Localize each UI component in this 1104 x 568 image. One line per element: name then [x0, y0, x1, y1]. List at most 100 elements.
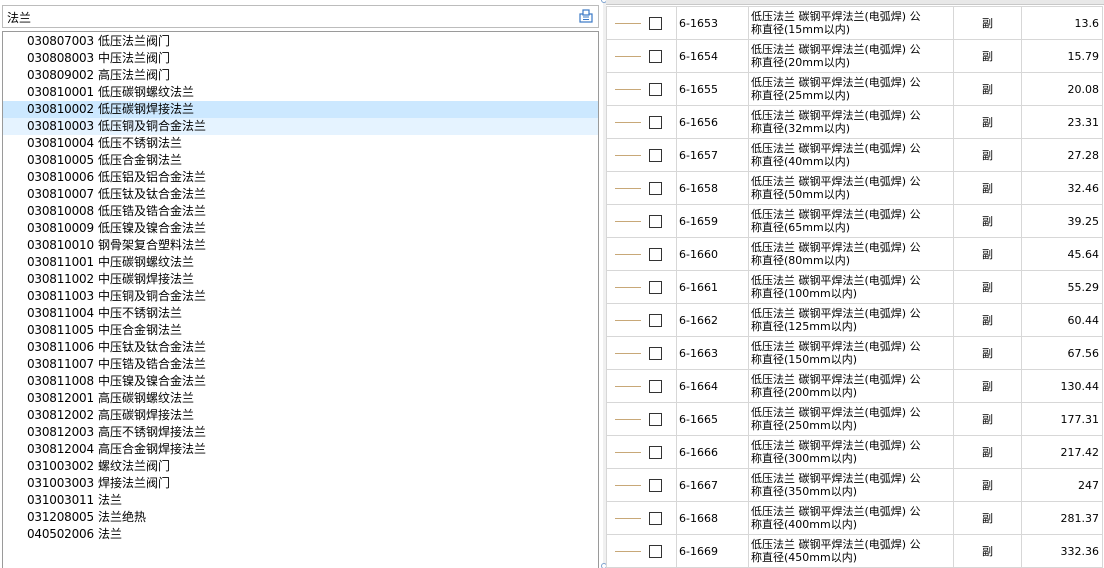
list-item[interactable]: 030812001 高压碳钢螺纹法兰	[3, 390, 598, 407]
list-item[interactable]: 030811005 中压合金钢法兰	[3, 322, 598, 339]
quota-name: 低压法兰 碳钢平焊法兰(电弧焊) 公称直径(150mm以内)	[748, 336, 954, 370]
table-row[interactable]: 6-1667 低压法兰 碳钢平焊法兰(电弧焊) 公称直径(350mm以内) 副 247	[606, 468, 1103, 502]
list-item[interactable]: 030810001 低压碳钢螺纹法兰	[3, 84, 598, 101]
table-row[interactable]: 6-1669 低压法兰 碳钢平焊法兰(电弧焊) 公称直径(450mm以内) 副 332…	[606, 534, 1103, 568]
search-icon[interactable]	[579, 9, 593, 23]
list-item[interactable]: 030807003 低压法兰阀门	[3, 33, 598, 50]
table-row[interactable]: 6-1659 低压法兰 碳钢平焊法兰(电弧焊) 公称直径(65mm以内) 副 39.2…	[606, 204, 1103, 238]
quota-unit: 副	[953, 270, 1022, 304]
quota-name: 低压法兰 碳钢平焊法兰(电弧焊) 公称直径(450mm以内)	[748, 534, 954, 568]
list-item[interactable]: 030810009 低压镍及镍合金法兰	[3, 220, 598, 237]
table-row[interactable]: 6-1663 低压法兰 碳钢平焊法兰(电弧焊) 公称直径(150mm以内) 副 67.…	[606, 336, 1103, 370]
list-item[interactable]: 030812003 高压不锈钢焊接法兰	[3, 424, 598, 441]
checkbox-icon[interactable]	[648, 280, 662, 294]
list-item[interactable]: 030810005 低压合金钢法兰	[3, 152, 598, 169]
quota-name: 低压法兰 碳钢平焊法兰(电弧焊) 公称直径(350mm以内)	[748, 468, 954, 502]
list-item-code: 031003002	[27, 459, 94, 473]
quota-price: 45.64	[1021, 237, 1103, 271]
list-item[interactable]: 031003003 焊接法兰阀门	[3, 475, 598, 492]
checkbox-icon[interactable]	[648, 478, 662, 492]
list-item[interactable]: 030811006 中压钛及钛合金法兰	[3, 339, 598, 356]
checkbox-icon[interactable]	[648, 181, 662, 195]
list-item[interactable]: 030810006 低压铝及铝合金法兰	[3, 169, 598, 186]
code-list-box[interactable]: 030807003 低压法兰阀门 030808003 中压法兰阀门 030809002 高…	[2, 31, 599, 568]
table-row[interactable]: 6-1662 低压法兰 碳钢平焊法兰(电弧焊) 公称直径(125mm以内) 副 60.…	[606, 303, 1103, 337]
list-item[interactable]: 031003011 法兰	[3, 492, 598, 509]
list-item-code: 030810007	[27, 187, 94, 201]
checkbox-icon[interactable]	[648, 115, 662, 129]
list-item[interactable]: 030808003 中压法兰阀门	[3, 50, 598, 67]
row-checkbox-cell	[640, 204, 677, 238]
list-item[interactable]: 030810002 低压碳钢焊接法兰	[3, 101, 598, 118]
list-item[interactable]: 030810007 低压钛及钛合金法兰	[3, 186, 598, 203]
quota-name-line1: 低压法兰 碳钢平焊法兰(电弧焊) 公	[751, 439, 921, 452]
list-item[interactable]: 030810010 钢骨架复合塑料法兰	[3, 237, 598, 254]
checkbox-icon[interactable]	[648, 313, 662, 327]
quota-unit: 副	[953, 303, 1022, 337]
list-item[interactable]: 030809002 高压法兰阀门	[3, 67, 598, 84]
row-checkbox-cell	[640, 369, 677, 403]
list-item[interactable]: 030811002 中压碳钢焊接法兰	[3, 271, 598, 288]
table-row[interactable]: 6-1655 低压法兰 碳钢平焊法兰(电弧焊) 公称直径(25mm以内) 副 20.0…	[606, 72, 1103, 106]
table-row[interactable]: 6-1660 低压法兰 碳钢平焊法兰(电弧焊) 公称直径(80mm以内) 副 45.6…	[606, 237, 1103, 271]
checkbox-icon[interactable]	[648, 214, 662, 228]
list-item-code: 031208005	[27, 510, 94, 524]
quota-unit: 副	[953, 501, 1022, 535]
quota-name-line1: 低压法兰 碳钢平焊法兰(电弧焊) 公	[751, 472, 921, 485]
tree-connector	[606, 336, 641, 370]
quota-name-line1: 低压法兰 碳钢平焊法兰(电弧焊) 公	[751, 373, 921, 386]
quota-name: 低压法兰 碳钢平焊法兰(电弧焊) 公称直径(20mm以内)	[748, 39, 954, 73]
checkbox-icon[interactable]	[648, 16, 662, 30]
table-row[interactable]: 6-1665 低压法兰 碳钢平焊法兰(电弧焊) 公称直径(250mm以内) 副 177…	[606, 402, 1103, 436]
checkbox-icon[interactable]	[648, 511, 662, 525]
quota-code: 6-1657	[676, 138, 749, 172]
row-checkbox-cell	[640, 105, 677, 139]
checkbox-icon[interactable]	[648, 247, 662, 261]
table-row[interactable]: 6-1668 低压法兰 碳钢平焊法兰(电弧焊) 公称直径(400mm以内) 副 281…	[606, 501, 1103, 535]
quota-price: 32.46	[1021, 171, 1103, 205]
list-item[interactable]: 030812002 高压碳钢焊接法兰	[3, 407, 598, 424]
list-item[interactable]: 030811007 中压锆及锆合金法兰	[3, 356, 598, 373]
search-input[interactable]	[7, 8, 567, 26]
checkbox-icon[interactable]	[648, 544, 662, 558]
list-item[interactable]: 030810004 低压不锈钢法兰	[3, 135, 598, 152]
list-item-code: 030811008	[27, 374, 94, 388]
quota-name: 低压法兰 碳钢平焊法兰(电弧焊) 公称直径(250mm以内)	[748, 402, 954, 436]
list-item[interactable]: 030810003 低压铜及铜合金法兰	[3, 118, 598, 135]
table-row[interactable]: 6-1666 低压法兰 碳钢平焊法兰(电弧焊) 公称直径(300mm以内) 副 217…	[606, 435, 1103, 469]
table-row[interactable]: 6-1661 低压法兰 碳钢平焊法兰(电弧焊) 公称直径(100mm以内) 副 55.…	[606, 270, 1103, 304]
quota-code: 6-1667	[676, 468, 749, 502]
table-row[interactable]: 6-1658 低压法兰 碳钢平焊法兰(电弧焊) 公称直径(50mm以内) 副 32.4…	[606, 171, 1103, 205]
list-item-code: 030812003	[27, 425, 94, 439]
list-item[interactable]: 030811004 中压不锈钢法兰	[3, 305, 598, 322]
list-item[interactable]: 030810008 低压锆及锆合金法兰	[3, 203, 598, 220]
list-item[interactable]: 030811001 中压碳钢螺纹法兰	[3, 254, 598, 271]
tree-line-icon	[615, 386, 641, 387]
checkbox-icon[interactable]	[648, 82, 662, 96]
table-row[interactable]: 6-1657 低压法兰 碳钢平焊法兰(电弧焊) 公称直径(40mm以内) 副 27.2…	[606, 138, 1103, 172]
table-row[interactable]: 6-1664 低压法兰 碳钢平焊法兰(电弧焊) 公称直径(200mm以内) 副 130…	[606, 369, 1103, 403]
checkbox-icon[interactable]	[648, 148, 662, 162]
list-item[interactable]: 030811008 中压镍及镍合金法兰	[3, 373, 598, 390]
list-item-name: 中压钛及钛合金法兰	[98, 340, 207, 354]
checkbox-icon[interactable]	[648, 379, 662, 393]
checkbox-icon[interactable]	[648, 412, 662, 426]
quota-name: 低压法兰 碳钢平焊法兰(电弧焊) 公称直径(25mm以内)	[748, 72, 954, 106]
tree-line-icon	[615, 518, 641, 519]
quota-code: 6-1658	[676, 171, 749, 205]
list-item[interactable]: 030811003 中压铜及铜合金法兰	[3, 288, 598, 305]
list-item[interactable]: 031208005 法兰绝热	[3, 509, 598, 526]
list-item[interactable]: 031003002 螺纹法兰阀门	[3, 458, 598, 475]
row-checkbox-cell	[640, 270, 677, 304]
table-row[interactable]: 6-1654 低压法兰 碳钢平焊法兰(电弧焊) 公称直径(20mm以内) 副 15.7…	[606, 39, 1103, 73]
table-row[interactable]: 6-1656 低压法兰 碳钢平焊法兰(电弧焊) 公称直径(32mm以内) 副 23.3…	[606, 105, 1103, 139]
checkbox-icon[interactable]	[648, 346, 662, 360]
checkbox-icon[interactable]	[648, 49, 662, 63]
list-item[interactable]: 040502006 法兰	[3, 526, 598, 543]
table-row[interactable]: 6-1653 低压法兰 碳钢平焊法兰(电弧焊) 公称直径(15mm以内) 副 13.6	[606, 6, 1103, 40]
list-item[interactable]: 030812004 高压合金钢焊接法兰	[3, 441, 598, 458]
list-item-name: 高压不锈钢焊接法兰	[98, 425, 207, 439]
quota-name-line2: 称直径(200mm以内)	[751, 386, 858, 399]
checkbox-icon[interactable]	[648, 445, 662, 459]
quota-name: 低压法兰 碳钢平焊法兰(电弧焊) 公称直径(100mm以内)	[748, 270, 954, 304]
